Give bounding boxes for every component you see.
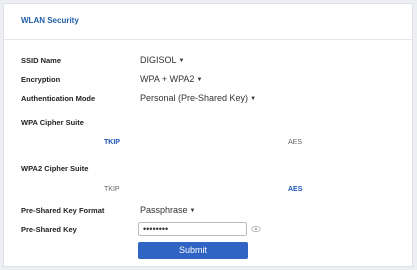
panel-header: WLAN Security — [4, 4, 412, 40]
wpa2-cipher-option-tkip[interactable]: TKIP — [104, 186, 120, 193]
psk-input[interactable] — [138, 222, 247, 236]
auth-mode-label: Authentication Mode — [21, 94, 96, 103]
ssid-value: DIGISOL — [140, 55, 177, 65]
eye-icon[interactable] — [251, 224, 261, 234]
caret-down-icon: ▼ — [196, 77, 203, 83]
wpa-cipher-label: WPA Cipher Suite — [21, 118, 84, 127]
psk-format-label: Pre-Shared Key Format — [21, 206, 105, 215]
wlan-security-panel: WLAN Security SSID Name DIGISOL ▼ Encrypt… — [3, 3, 413, 267]
caret-down-icon: ▼ — [250, 96, 257, 102]
wpa2-cipher-label: WPA2 Cipher Suite — [21, 164, 89, 173]
ssid-label: SSID Name — [21, 56, 62, 65]
encryption-dropdown[interactable]: WPA + WPA2 ▼ — [140, 74, 202, 84]
wpa2-cipher-option-aes[interactable]: AES — [288, 186, 302, 193]
encryption-label: Encryption — [21, 75, 61, 84]
caret-down-icon: ▼ — [178, 58, 185, 64]
wpa-cipher-option-aes[interactable]: AES — [288, 139, 302, 146]
psk-format-value: Passphrase — [140, 205, 188, 215]
auth-mode-value: Personal (Pre-Shared Key) — [140, 93, 249, 103]
auth-mode-dropdown[interactable]: Personal (Pre-Shared Key) ▼ — [140, 93, 256, 103]
submit-button[interactable]: Submit — [138, 242, 248, 259]
psk-format-dropdown[interactable]: Passphrase ▼ — [140, 205, 195, 215]
ssid-dropdown[interactable]: DIGISOL ▼ — [140, 55, 184, 65]
psk-label: Pre-Shared Key — [21, 225, 77, 234]
wpa-cipher-option-tkip[interactable]: TKIP — [104, 139, 120, 146]
panel-title: WLAN Security — [21, 16, 79, 25]
encryption-value: WPA + WPA2 — [140, 74, 195, 84]
caret-down-icon: ▼ — [189, 208, 196, 214]
